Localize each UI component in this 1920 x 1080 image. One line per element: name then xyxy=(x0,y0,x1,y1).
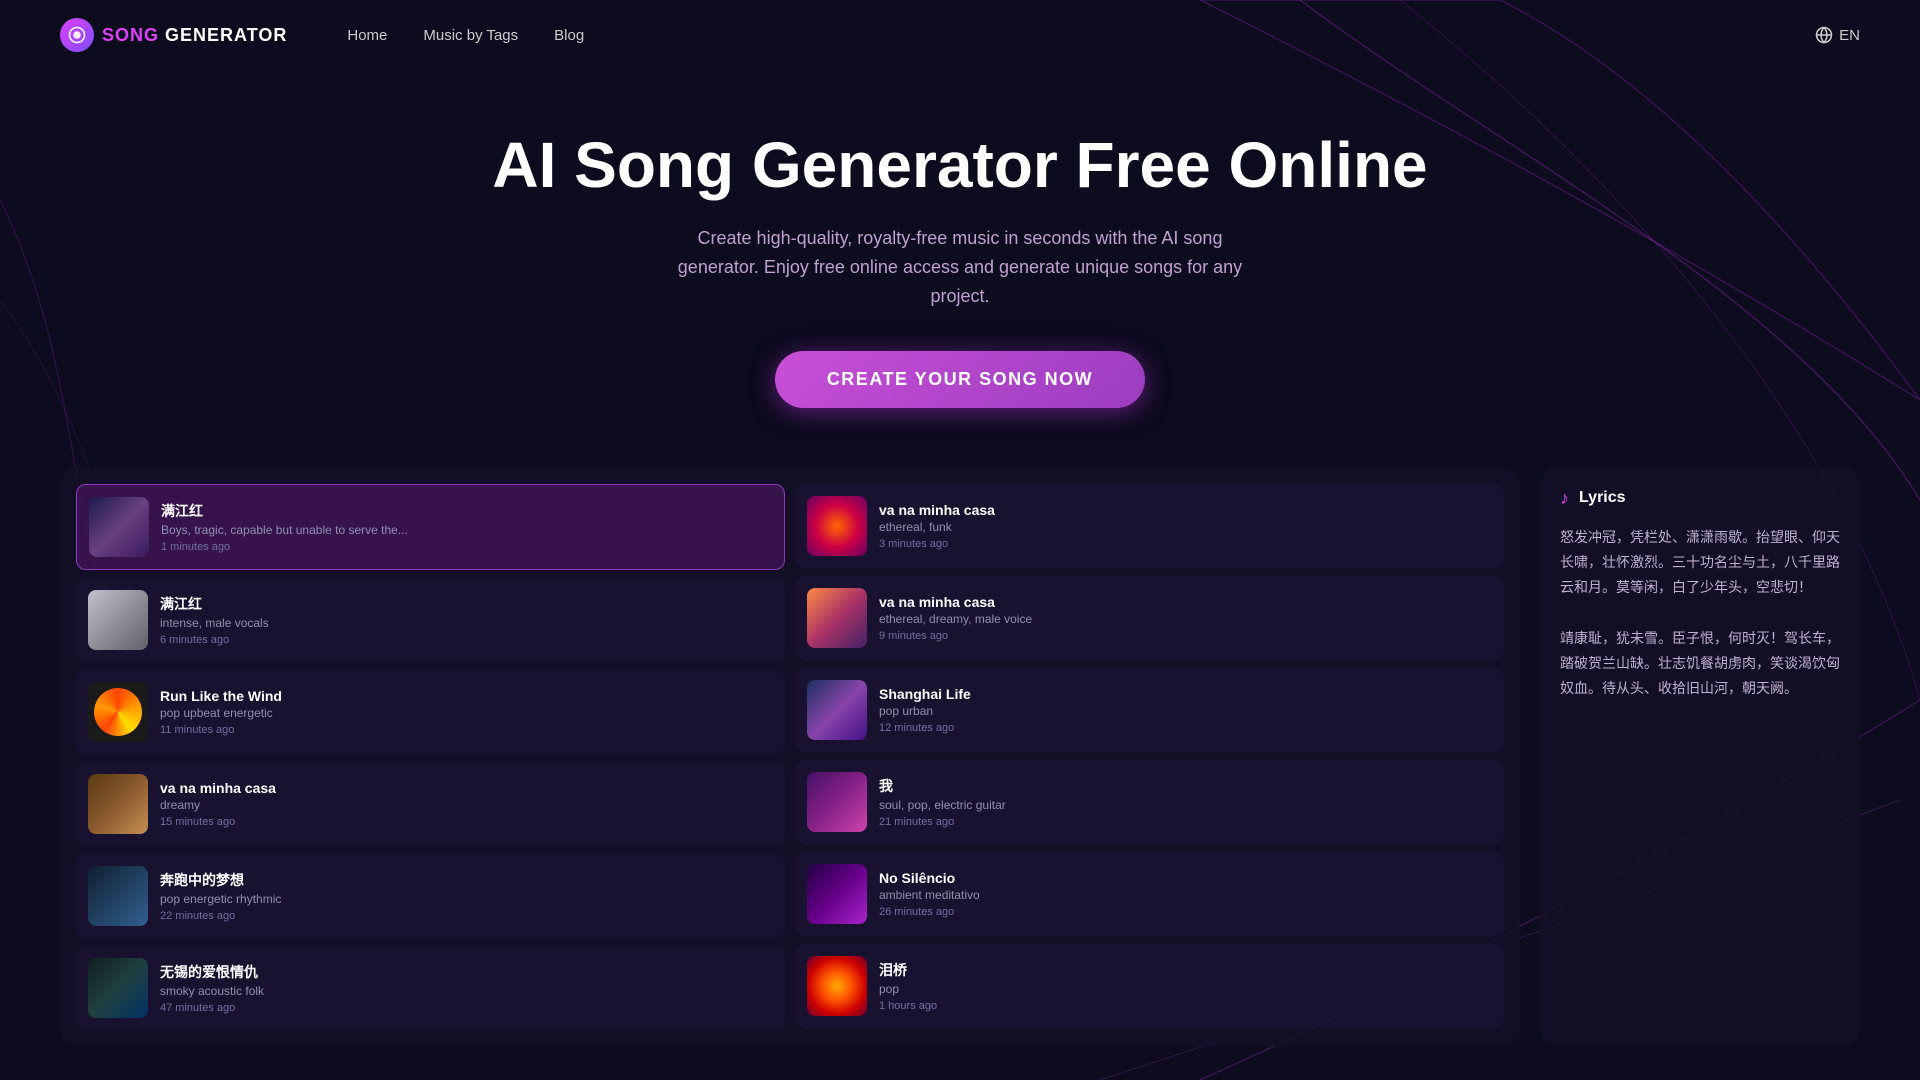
hero-section: AI Song Generator Free Online Create hig… xyxy=(0,70,1920,448)
song-tags: pop urban xyxy=(879,704,1492,718)
song-thumbnail xyxy=(807,588,867,648)
nav-links: Home Music by Tags Blog xyxy=(347,27,1775,44)
song-tags: Boys, tragic, capable but unable to serv… xyxy=(161,523,772,537)
song-time: 1 minutes ago xyxy=(161,541,772,553)
song-time: 9 minutes ago xyxy=(879,630,1492,642)
song-title: Shanghai Life xyxy=(879,686,1492,702)
song-card[interactable]: 无锡的爱恨情仇 smoky acoustic folk 47 minutes ago xyxy=(76,946,785,1030)
song-card[interactable]: va na minha casa ethereal, dreamy, male v… xyxy=(795,576,1504,660)
song-title: va na minha casa xyxy=(160,780,773,796)
lyrics-line-2: 靖康耻，犹未雪。臣子恨，何时灭！驾长车，踏破贺兰山缺。壮志饥餐胡虏肉，笑谈渴饮匈… xyxy=(1560,626,1840,702)
logo-icon xyxy=(60,18,94,52)
logo[interactable]: SONG GENERATOR xyxy=(60,18,287,52)
song-time: 15 minutes ago xyxy=(160,816,773,828)
song-title: 无锡的爱恨情仇 xyxy=(160,962,773,982)
song-title: 我 xyxy=(879,776,1492,796)
lyrics-title: Lyrics xyxy=(1579,489,1626,507)
song-time: 1 hours ago xyxy=(879,1000,1492,1012)
song-thumbnail xyxy=(807,680,867,740)
song-thumbnail xyxy=(88,958,148,1018)
song-time: 21 minutes ago xyxy=(879,816,1492,828)
song-thumbnail xyxy=(88,866,148,926)
song-info: 我 soul, pop, electric guitar 21 minutes ag… xyxy=(879,776,1492,828)
song-tags: pop energetic rhythmic xyxy=(160,892,773,906)
cta-button[interactable]: CREATE YOUR SONG NOW xyxy=(775,351,1145,408)
nav-music-by-tags-link[interactable]: Music by Tags xyxy=(423,27,518,44)
song-title: 满江红 xyxy=(161,501,772,521)
song-info: 无锡的爱恨情仇 smoky acoustic folk 47 minutes ago xyxy=(160,962,773,1014)
song-title: va na minha casa xyxy=(879,594,1492,610)
song-card[interactable]: No Silêncio ambient meditativo 26 minutes … xyxy=(795,852,1504,936)
song-tags: dreamy xyxy=(160,798,773,812)
song-column-right: va na minha casa ethereal, funk 3 minutes … xyxy=(795,484,1504,1030)
song-time: 12 minutes ago xyxy=(879,722,1492,734)
song-card[interactable]: 满江红 Boys, tragic, capable but unable to s… xyxy=(76,484,785,570)
song-info: 奔跑中的梦想 pop energetic rhythmic 22 minutes a… xyxy=(160,870,773,922)
song-tags: ethereal, dreamy, male voice xyxy=(879,612,1492,626)
main-content: 满江红 Boys, tragic, capable but unable to s… xyxy=(0,448,1920,1066)
song-thumbnail xyxy=(88,774,148,834)
song-thumbnail xyxy=(88,682,148,742)
nav-home-link[interactable]: Home xyxy=(347,27,387,44)
song-thumbnail xyxy=(88,590,148,650)
song-time: 6 minutes ago xyxy=(160,634,773,646)
song-info: va na minha casa dreamy 15 minutes ago xyxy=(160,780,773,828)
navbar: SONG GENERATOR Home Music by Tags Blog E… xyxy=(0,0,1920,70)
song-info: Shanghai Life pop urban 12 minutes ago xyxy=(879,686,1492,734)
song-info: Run Like the Wind pop upbeat energetic 11 … xyxy=(160,688,773,736)
nav-blog-link[interactable]: Blog xyxy=(554,27,584,44)
song-info: va na minha casa ethereal, dreamy, male v… xyxy=(879,594,1492,642)
song-tags: ambient meditativo xyxy=(879,888,1492,902)
song-title: 满江红 xyxy=(160,594,773,614)
song-thumbnail xyxy=(807,956,867,1016)
song-column-left: 满江红 Boys, tragic, capable but unable to s… xyxy=(76,484,785,1030)
song-card[interactable]: va na minha casa dreamy 15 minutes ago xyxy=(76,762,785,846)
lyrics-line-1: 怒发冲冠，凭栏处、潇潇雨歇。抬望眼、仰天长啸，壮怀激烈。三十功名尘与土，八千里路… xyxy=(1560,525,1840,601)
song-info: 泪桥 pop 1 hours ago xyxy=(879,960,1492,1012)
language-selector[interactable]: EN xyxy=(1815,26,1860,44)
song-title: Run Like the Wind xyxy=(160,688,773,704)
song-info: No Silêncio ambient meditativo 26 minutes … xyxy=(879,870,1492,918)
song-time: 47 minutes ago xyxy=(160,1002,773,1014)
song-title: No Silêncio xyxy=(879,870,1492,886)
song-thumbnail xyxy=(89,497,149,557)
song-tags: pop upbeat energetic xyxy=(160,706,773,720)
hero-subtitle: Create high-quality, royalty-free music … xyxy=(660,224,1260,310)
song-tags: smoky acoustic folk xyxy=(160,984,773,998)
song-tags: intense, male vocals xyxy=(160,616,773,630)
song-tags: soul, pop, electric guitar xyxy=(879,798,1492,812)
lyrics-content: 怒发冲冠，凭栏处、潇潇雨歇。抬望眼、仰天长啸，壮怀激烈。三十功名尘与土，八千里路… xyxy=(1560,525,1840,701)
song-card[interactable]: 泪桥 pop 1 hours ago xyxy=(795,944,1504,1028)
song-time: 11 minutes ago xyxy=(160,724,773,736)
song-thumbnail xyxy=(807,496,867,556)
song-info: va na minha casa ethereal, funk 3 minutes … xyxy=(879,502,1492,550)
song-title: 奔跑中的梦想 xyxy=(160,870,773,890)
song-card[interactable]: va na minha casa ethereal, funk 3 minutes … xyxy=(795,484,1504,568)
song-info: 满江红 intense, male vocals 6 minutes ago xyxy=(160,594,773,646)
song-time: 26 minutes ago xyxy=(879,906,1492,918)
lyrics-panel: ♪ Lyrics 怒发冲冠，凭栏处、潇潇雨歇。抬望眼、仰天长啸，壮怀激烈。三十功… xyxy=(1540,468,1860,1046)
song-card[interactable]: 奔跑中的梦想 pop energetic rhythmic 22 minutes a… xyxy=(76,854,785,938)
song-time: 22 minutes ago xyxy=(160,910,773,922)
song-info: 满江红 Boys, tragic, capable but unable to s… xyxy=(161,501,772,553)
song-card[interactable]: Shanghai Life pop urban 12 minutes ago xyxy=(795,668,1504,752)
song-thumbnail xyxy=(807,772,867,832)
song-thumbnail xyxy=(807,864,867,924)
song-title: va na minha casa xyxy=(879,502,1492,518)
song-tags: ethereal, funk xyxy=(879,520,1492,534)
hero-title: AI Song Generator Free Online xyxy=(20,130,1900,200)
song-card[interactable]: Run Like the Wind pop upbeat energetic 11 … xyxy=(76,670,785,754)
lyrics-header: ♪ Lyrics xyxy=(1560,488,1840,509)
song-card[interactable]: 满江红 intense, male vocals 6 minutes ago xyxy=(76,578,785,662)
song-title: 泪桥 xyxy=(879,960,1492,980)
song-list-container: 满江红 Boys, tragic, capable but unable to s… xyxy=(60,468,1520,1046)
lang-label: EN xyxy=(1839,27,1860,44)
song-card[interactable]: 我 soul, pop, electric guitar 21 minutes ag… xyxy=(795,760,1504,844)
song-time: 3 minutes ago xyxy=(879,538,1492,550)
song-tags: pop xyxy=(879,982,1492,996)
language-icon xyxy=(1815,26,1833,44)
logo-text: SONG GENERATOR xyxy=(102,25,287,46)
lyrics-icon: ♪ xyxy=(1560,488,1569,509)
